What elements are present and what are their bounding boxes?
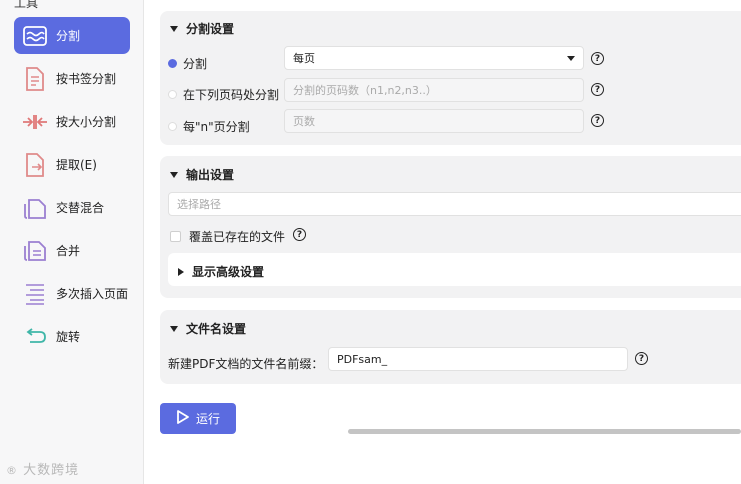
- insert-pages-icon: [22, 281, 48, 307]
- advanced-settings-box: 显示高级设置: [168, 253, 741, 286]
- extract-document-icon: [22, 152, 48, 178]
- sidebar-item-merge[interactable]: 合并: [14, 232, 130, 269]
- sidebar-item-label: 按书签分割: [56, 72, 117, 86]
- play-icon: [176, 409, 190, 428]
- help-icon[interactable]: ?: [591, 83, 604, 96]
- collapse-triangle-icon: [170, 171, 178, 178]
- sidebar-item-split-by-size[interactable]: 按大小分割: [14, 103, 130, 140]
- split-wave-icon: [22, 23, 48, 49]
- sidebar-title: 工具: [14, 0, 39, 10]
- radio-unselected-icon: [168, 90, 177, 99]
- sidebar-item-rotate[interactable]: 旋转: [14, 318, 130, 355]
- split-settings-panel: 分割设置 分割 每页 ? 在下列页码处分割 分割的页码数（n1,n2,n3..）…: [160, 11, 741, 145]
- sidebar-item-label: 分割: [56, 29, 81, 43]
- split-every-n-label: 每"n"页分割: [183, 120, 250, 134]
- help-icon[interactable]: ?: [635, 352, 648, 365]
- sidebar-item-alternate-mix[interactable]: 交替混合: [14, 189, 130, 226]
- sidebar: 工具 分割 按书签分割 按大小分割 提取(E) 交替混合 合并 多次插入页面 旋…: [0, 0, 144, 484]
- split-every-n-radio[interactable]: 每"n"页分割: [168, 118, 250, 135]
- output-path-input[interactable]: 选择路径: [168, 192, 741, 216]
- split-settings-title: 分割设置: [186, 22, 235, 36]
- advanced-settings-toggle[interactable]: 显示高级设置: [178, 263, 264, 280]
- prefix-label: 新建PDF文档的文件名前缀：: [168, 357, 324, 371]
- alternate-mix-icon: [22, 195, 48, 221]
- sidebar-item-label: 提取(E): [56, 158, 97, 172]
- output-settings-header[interactable]: 输出设置: [170, 166, 234, 183]
- dropdown-arrow-icon: [567, 56, 575, 61]
- collapse-triangle-icon: [170, 325, 178, 332]
- output-settings-panel: 输出设置 选择路径 覆盖已存在的文件 ? 显示高级设置: [160, 156, 741, 298]
- merge-document-icon: [22, 238, 48, 264]
- collapse-triangle-icon: [170, 25, 178, 32]
- filename-settings-header[interactable]: 文件名设置: [170, 320, 246, 337]
- split-at-pages-label: 在下列页码处分割: [183, 88, 280, 102]
- sidebar-item-label: 旋转: [56, 330, 81, 344]
- sidebar-item-split[interactable]: 分割: [14, 17, 130, 54]
- sidebar-item-label: 合并: [56, 244, 81, 258]
- advanced-settings-label: 显示高级设置: [192, 265, 265, 279]
- filename-settings-panel: 文件名设置 新建PDF文档的文件名前缀： PDFsam_ ?: [160, 310, 741, 384]
- overwrite-label: 覆盖已存在的文件: [189, 230, 286, 244]
- run-button[interactable]: 运行: [160, 403, 236, 434]
- overwrite-checkbox-row[interactable]: 覆盖已存在的文件: [170, 228, 285, 245]
- split-option-label: 分割: [183, 57, 208, 71]
- watermark: ® 大数跨境: [6, 463, 80, 478]
- split-mode-select[interactable]: 每页: [284, 46, 584, 70]
- radio-unselected-icon: [168, 122, 177, 131]
- split-size-icon: [22, 109, 48, 135]
- horizontal-scrollbar[interactable]: [348, 429, 741, 434]
- overwrite-checkbox[interactable]: [170, 231, 181, 242]
- help-icon[interactable]: ?: [591, 114, 604, 127]
- sidebar-item-label: 多次插入页面: [56, 287, 129, 301]
- rotate-icon: [22, 324, 48, 350]
- watermark-logo-icon: ®: [6, 464, 18, 477]
- filename-settings-title: 文件名设置: [186, 322, 247, 336]
- sidebar-item-label: 按大小分割: [56, 115, 117, 129]
- radio-selected-icon: [168, 59, 177, 68]
- help-icon[interactable]: ?: [293, 228, 306, 241]
- sidebar-item-split-by-bookmarks[interactable]: 按书签分割: [14, 60, 130, 97]
- n-pages-input[interactable]: 页数: [284, 109, 584, 133]
- sidebar-item-label: 交替混合: [56, 201, 105, 215]
- split-option-radio[interactable]: 分割: [168, 55, 207, 72]
- split-settings-header[interactable]: 分割设置: [170, 20, 234, 37]
- page-numbers-input[interactable]: 分割的页码数（n1,n2,n3..）: [284, 78, 584, 102]
- sidebar-item-multiple-insert-pages[interactable]: 多次插入页面: [14, 275, 130, 312]
- run-label: 运行: [195, 412, 220, 426]
- output-settings-title: 输出设置: [186, 168, 235, 182]
- expand-triangle-icon: [178, 267, 184, 276]
- help-icon[interactable]: ?: [591, 52, 604, 65]
- filename-prefix-input[interactable]: PDFsam_: [328, 347, 628, 371]
- split-at-pages-radio[interactable]: 在下列页码处分割: [168, 86, 279, 103]
- bookmark-document-icon: [22, 66, 48, 92]
- sidebar-item-extract[interactable]: 提取(E): [14, 146, 130, 183]
